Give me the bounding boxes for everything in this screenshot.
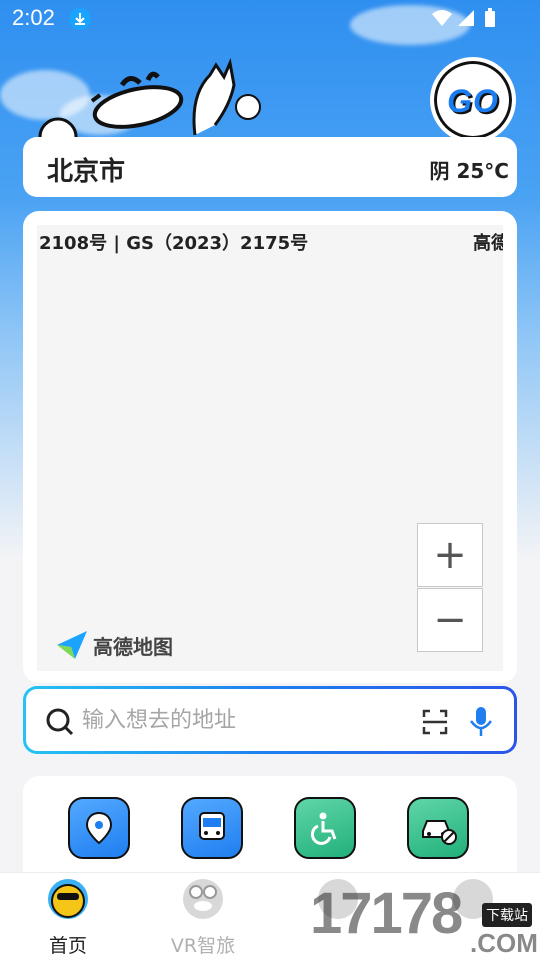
scan-icon[interactable]: [421, 708, 449, 740]
accessibility-button[interactable]: [294, 797, 356, 859]
zoom-out-button[interactable]: −: [417, 588, 483, 652]
watermark-suffix: .COM: [470, 928, 538, 958]
search-icon: [46, 708, 74, 740]
city-name: 北京市: [47, 157, 126, 187]
wifi-signal-battery-icon: [432, 8, 495, 27]
microphone-icon[interactable]: [468, 705, 494, 743]
nav-item-vr[interactable]: VR智旅: [148, 879, 258, 958]
search-bar: [23, 686, 517, 754]
wheelchair-icon: [310, 812, 337, 845]
zoom-in-button[interactable]: +: [417, 523, 483, 587]
home-mascot-icon: [48, 879, 88, 919]
map-card: 2108号 | GS（2023）2175号 高德 + − 高德地图: [23, 211, 517, 683]
bus-icon: [199, 812, 225, 840]
go-badge[interactable]: GO: [430, 57, 516, 143]
map-license-text: 2108号 | GS（2023）2175号: [39, 233, 309, 254]
weather-info: 阴 25°C: [429, 159, 509, 183]
quick-actions-card: [23, 776, 517, 886]
city-weather-card[interactable]: 北京市 阴 25°C: [23, 137, 517, 197]
traffic-restriction-button[interactable]: [407, 797, 469, 859]
location-pin-button[interactable]: [68, 797, 130, 859]
watermark-text: 17178: [310, 881, 463, 946]
no-car-icon: [422, 820, 457, 845]
status-bar: 2:02: [0, 0, 540, 38]
map-provider-label: 高德: [473, 233, 503, 254]
mascot-illustration: [30, 55, 270, 157]
amap-logo-icon: [57, 631, 87, 659]
bus-button[interactable]: [181, 797, 243, 859]
status-icons: [430, 8, 500, 34]
download-icon: [69, 8, 91, 30]
nav-label-home: 首页: [48, 935, 87, 957]
status-time: 2:02: [12, 5, 55, 30]
location-pin-icon: [85, 811, 113, 845]
zoom-control: + −: [417, 523, 483, 653]
watermark-tag: 下载站: [482, 903, 532, 927]
nav-label-vr: VR智旅: [170, 935, 236, 957]
search-input[interactable]: [82, 702, 402, 738]
nav-item-home[interactable]: 首页: [13, 879, 123, 958]
map-view[interactable]: 2108号 | GS（2023）2175号 高德 + − 高德地图: [37, 225, 503, 671]
go-label: GO: [447, 83, 499, 119]
amap-logo: 高德地图: [55, 629, 173, 661]
vr-mascot-icon: [183, 879, 223, 919]
amap-logo-text: 高德地图: [93, 634, 173, 659]
